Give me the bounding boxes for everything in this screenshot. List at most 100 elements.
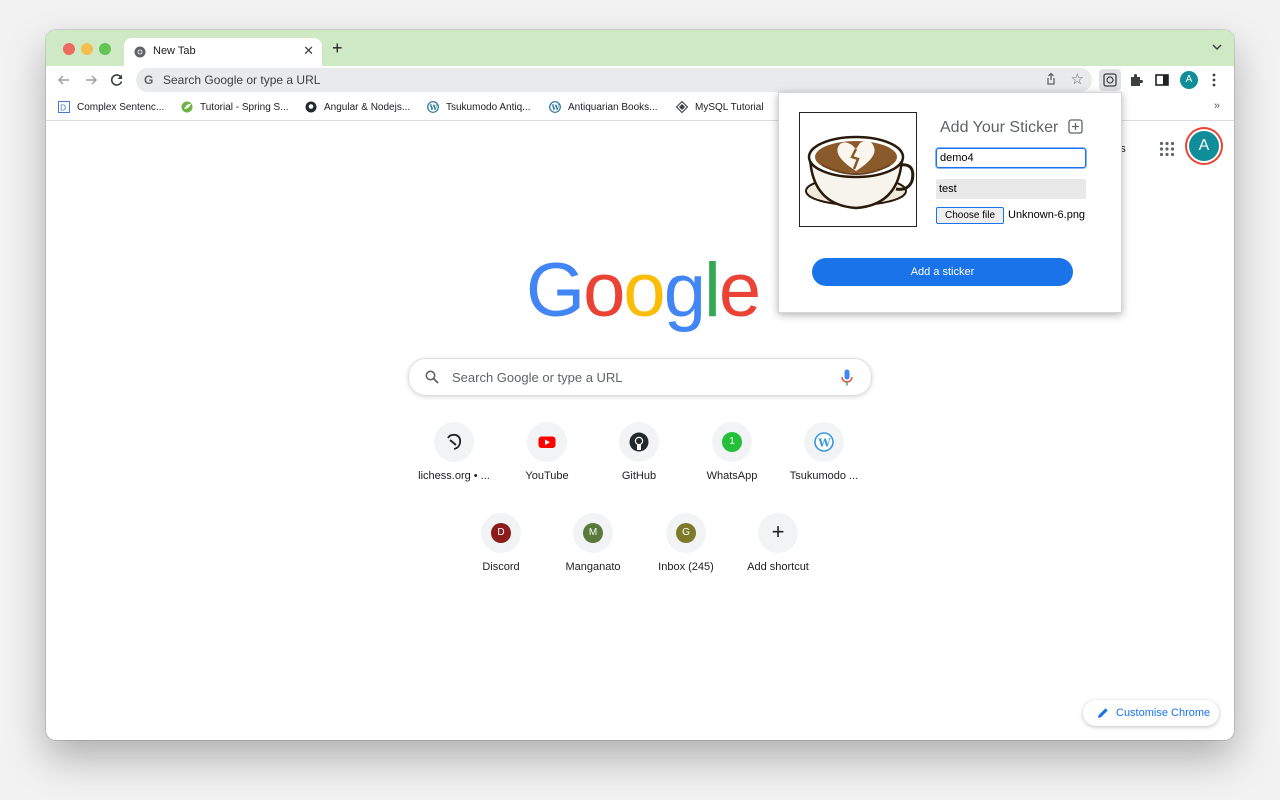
tab-new-tab[interactable]: New Tab ✕	[124, 38, 322, 66]
sticker-extension-popup: Add Your Sticker Choose file Unknown-6.p…	[778, 92, 1122, 313]
shortcut-label: GitHub	[621, 470, 657, 482]
bookmark-label: MySQL Tutorial	[695, 101, 764, 113]
svg-text:W: W	[551, 103, 560, 112]
bookmark-label: Antiquarian Books...	[568, 101, 658, 113]
inbox-letter-icon: G	[676, 523, 696, 543]
lichess-icon	[447, 433, 462, 450]
coffee-cup-image	[805, 135, 915, 210]
shortcut-tile[interactable]: lichess.org • ...	[409, 422, 499, 502]
bookmark-item[interactable]: W Tsukumodo Antiq...	[427, 98, 531, 116]
svg-text:W: W	[429, 103, 438, 112]
side-panel-icon[interactable]	[1154, 72, 1170, 88]
window-maximize-button[interactable]	[99, 43, 111, 55]
github-icon	[305, 101, 317, 113]
omnibox[interactable]: G Search Google or type a URL ☆	[136, 68, 1092, 92]
customise-chrome-button[interactable]: Customise Chrome	[1083, 700, 1219, 726]
window-minimize-button[interactable]	[81, 43, 93, 55]
profile-avatar-small[interactable]: A	[1180, 71, 1198, 89]
logo-letter: o	[583, 248, 625, 333]
wordpress-icon: W	[549, 101, 561, 113]
shortcut-label: Add shortcut	[747, 561, 809, 573]
plus-icon: +	[771, 519, 785, 544]
customise-chrome-label: Customise Chrome	[1116, 707, 1211, 719]
extensions-puzzle-icon[interactable]	[1128, 72, 1144, 88]
shortcut-label: YouTube	[525, 470, 569, 482]
shortcut-tile[interactable]: GitHub	[594, 422, 684, 502]
forward-icon[interactable]	[83, 72, 99, 88]
sticker-extension-icon	[1103, 73, 1117, 87]
shortcut-tile[interactable]: D Discord	[456, 513, 546, 593]
microphone-icon[interactable]	[841, 369, 853, 386]
pencil-icon	[1098, 708, 1108, 718]
shortcut-tile[interactable]: 1 WhatsApp	[687, 422, 777, 502]
bookmark-item[interactable]: W Antiquarian Books...	[549, 98, 658, 116]
shortcut-label: Manganato	[565, 561, 621, 573]
sticker-description-input[interactable]	[936, 179, 1086, 199]
more-menu-icon[interactable]	[1212, 72, 1216, 88]
shortcut-label: WhatsApp	[706, 470, 758, 482]
bookmark-label: Angular & Nodejs...	[324, 101, 411, 113]
sticker-extension-button[interactable]	[1099, 69, 1121, 91]
shortcut-tile[interactable]: W Tsukumodo ...	[779, 422, 869, 502]
whatsapp-icon: 1	[722, 432, 742, 452]
shortcut-label: lichess.org • ...	[418, 470, 490, 482]
window-close-button[interactable]	[63, 43, 75, 55]
logo-letter: o	[623, 248, 665, 333]
search-icon	[425, 370, 439, 384]
add-sticker-button[interactable]: Add a sticker	[812, 258, 1073, 286]
popup-title: Add Your Sticker	[940, 119, 1059, 136]
bookmark-item[interactable]: D Complex Sentenc...	[58, 98, 164, 116]
shortcut-tile[interactable]: YouTube	[502, 422, 592, 502]
choose-file-button[interactable]: Choose file	[936, 207, 1004, 224]
wordpress-icon: W	[427, 101, 439, 113]
shortcut-label: Discord	[482, 561, 520, 573]
logo-letter: g	[663, 248, 706, 333]
search-box[interactable]: Search Google or type a URL	[408, 358, 872, 396]
bookmark-item[interactable]: MySQL Tutorial	[676, 98, 764, 116]
reload-icon[interactable]	[109, 72, 125, 88]
sticker-name-input[interactable]	[936, 148, 1086, 168]
shortcut-label: Tsukumodo ...	[789, 470, 859, 482]
bookmark-item[interactable]: Angular & Nodejs...	[305, 98, 410, 116]
bookmark-label: Complex Sentenc...	[77, 101, 165, 113]
spring-icon	[181, 101, 193, 113]
shortcut-tile[interactable]: G Inbox (245)	[641, 513, 731, 593]
logo-letter: l	[703, 248, 721, 333]
diamond-icon	[676, 101, 688, 113]
chrome-icon	[134, 46, 146, 58]
toolbar: G Search Google or type a URL ☆ A	[46, 66, 1234, 94]
manganato-letter-icon: M	[583, 523, 603, 543]
discord-letter-icon: D	[491, 523, 511, 543]
shortcut-label: Inbox (245)	[658, 561, 714, 573]
back-icon[interactable]	[56, 72, 72, 88]
wordpress-icon: W	[814, 432, 834, 452]
youtube-icon	[538, 436, 556, 448]
chevron-down-icon[interactable]	[1212, 42, 1222, 52]
bookmark-item[interactable]: Tutorial - Spring S...	[181, 98, 289, 116]
search-input[interactable]: Search Google or type a URL	[452, 370, 623, 385]
google-apps-icon[interactable]	[1159, 141, 1175, 157]
new-tab-button[interactable]: +	[332, 39, 343, 57]
browser-window: New Tab ✕ + G Search Google or type a UR…	[46, 30, 1234, 740]
bookmarks-overflow-button[interactable]: »	[1214, 100, 1220, 112]
tab-strip: New Tab ✕ +	[46, 30, 1234, 66]
bookmark-label: Tutorial - Spring S...	[200, 101, 289, 113]
shortcut-tile[interactable]: M Manganato	[548, 513, 638, 593]
logo-letter: G	[526, 248, 585, 333]
bookmark-star-icon[interactable]: ☆	[1071, 70, 1084, 88]
dictionary-icon: D	[58, 101, 70, 113]
svg-text:D: D	[60, 104, 66, 113]
github-icon	[629, 432, 649, 452]
add-shortcut-tile[interactable]: + Add shortcut	[733, 513, 823, 593]
bookmark-label: Tsukumodo Antiq...	[446, 101, 531, 113]
logo-letter: e	[718, 248, 761, 333]
google-logo: Google	[526, 248, 761, 333]
profile-avatar[interactable]: A	[1189, 131, 1219, 161]
selected-file-name: Unknown-6.png	[1008, 209, 1086, 221]
share-icon[interactable]	[1044, 72, 1058, 86]
sticker-preview	[799, 112, 917, 227]
add-box-icon[interactable]	[1068, 119, 1083, 134]
tab-title: New Tab	[153, 45, 196, 57]
tab-close-icon[interactable]: ✕	[303, 43, 314, 59]
omnibox-text: Search Google or type a URL	[163, 73, 321, 87]
